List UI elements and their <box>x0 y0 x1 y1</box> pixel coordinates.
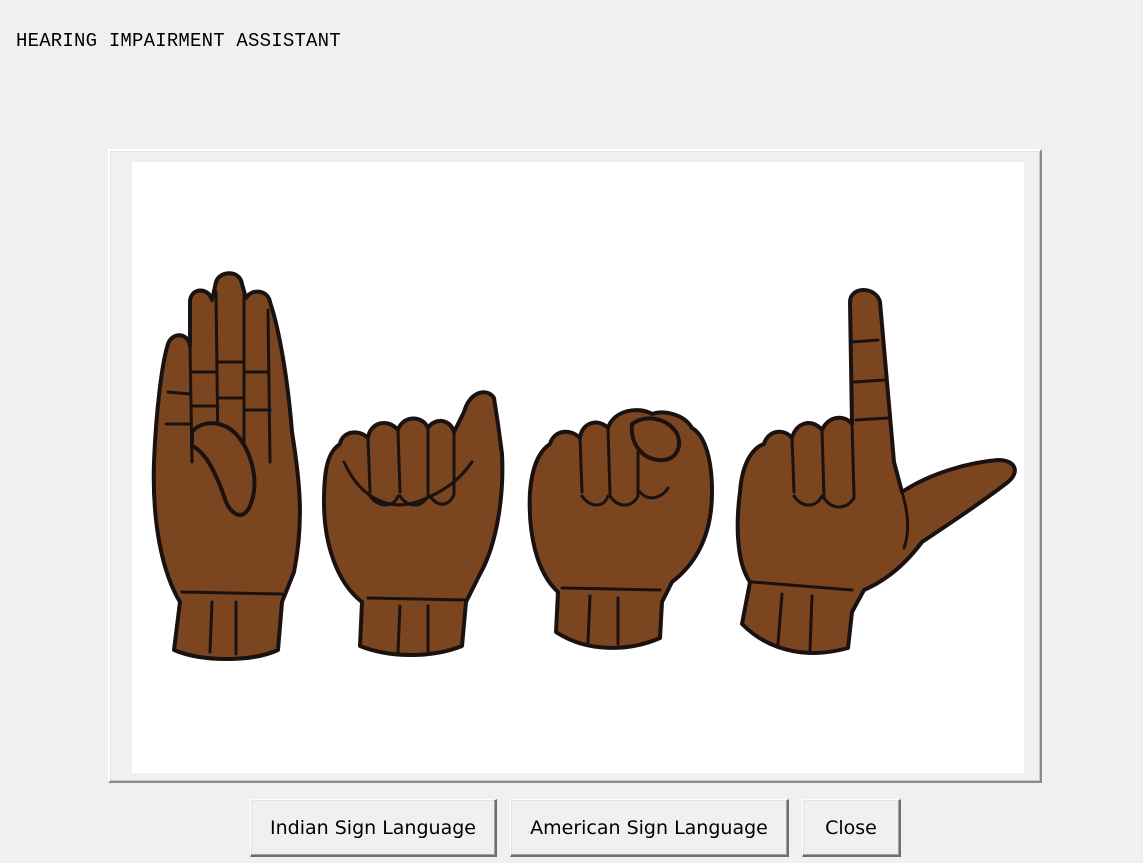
app-window: HEARING IMPAIRMENT ASSISTANT Indian Sign… <box>0 0 1143 863</box>
sign-image-display <box>132 162 1024 773</box>
fist-index-curled-sign <box>527 408 714 650</box>
app-title: HEARING IMPAIRMENT ASSISTANT <box>16 30 341 52</box>
fist-thumb-up-sign <box>322 390 505 657</box>
close-button[interactable]: Close <box>802 799 901 857</box>
hand-signs-illustration <box>151 271 1017 661</box>
indian-sign-language-button[interactable]: Indian Sign Language <box>250 799 497 857</box>
image-frame <box>108 149 1042 783</box>
l-shape-sign <box>735 288 1017 655</box>
american-sign-language-button[interactable]: American Sign Language <box>510 799 789 857</box>
flat-hand-sign <box>151 271 302 661</box>
